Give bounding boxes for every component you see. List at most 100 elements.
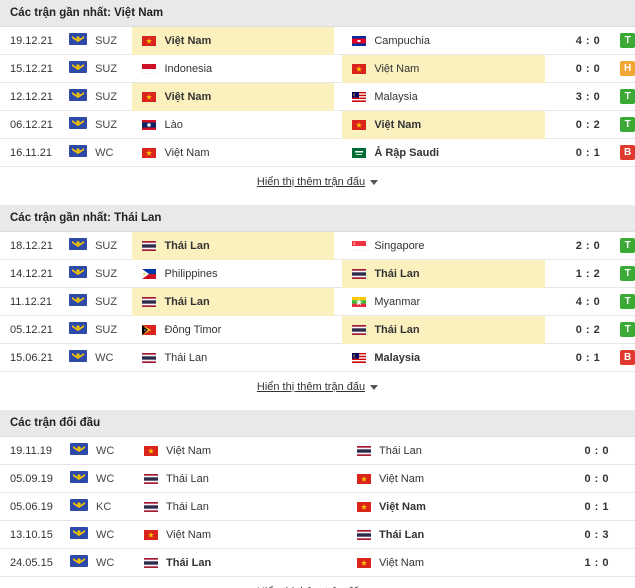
vietnam-flag-icon [352, 63, 374, 74]
thailand-flag-icon [142, 352, 164, 363]
vietnam-flag-icon [142, 35, 164, 46]
section-header: Các trận gần nhất: Thái Lan [0, 205, 635, 232]
home-team-name: Thái Lan [166, 472, 209, 485]
show-more-label[interactable]: Hiển thị thêm trận đấu [257, 176, 365, 188]
home-team[interactable]: Indonesia [132, 55, 334, 83]
league-code: KC [96, 500, 112, 513]
home-team[interactable]: Đông Timor [132, 316, 334, 344]
match-row[interactable]: 15.12.21 SUZ Indonesia Việt Nam 0 : 0 H [0, 54, 635, 83]
league-code: SUZ [95, 118, 118, 131]
match-date: 12.12.21 [10, 90, 53, 103]
away-team-name: Campuchia [374, 34, 430, 47]
home-team[interactable]: Việt Nam [134, 521, 339, 549]
match-row[interactable]: 24.05.15 WC Thái Lan Việt Nam 1 : 0 [0, 549, 635, 577]
thailand-flag-icon [144, 501, 166, 512]
match-row[interactable]: 19.11.19 WC Việt Nam Thái Lan 0 : 0 [0, 437, 635, 465]
match-date: 14.12.21 [10, 267, 53, 280]
away-team[interactable]: Malaysia [342, 344, 545, 372]
home-team[interactable]: Thái Lan [132, 231, 335, 260]
home-team[interactable]: Philippines [132, 260, 334, 288]
home-team[interactable]: Thái Lan [132, 344, 334, 372]
show-more-link[interactable]: Hiển thị thêm trận đấu [0, 167, 635, 197]
away-team-name: Thái Lan [374, 267, 420, 280]
home-team-name: Việt Nam [166, 444, 212, 457]
match-date: 16.11.21 [10, 146, 53, 159]
away-team[interactable]: Ả Rập Saudi [342, 139, 545, 167]
away-team[interactable]: Malaysia [342, 83, 545, 111]
match-row[interactable]: 05.12.21 SUZ Đông Timor Thái Lan 0 : 2 T [0, 315, 635, 344]
away-team[interactable]: Việt Nam [347, 493, 553, 521]
league-logo-icon [67, 294, 95, 309]
league-logo-icon [68, 527, 96, 542]
match-score: 0 : 0 [575, 62, 601, 75]
league-code: WC [96, 556, 115, 569]
match-date: 05.06.19 [10, 500, 53, 513]
result-badge: T [620, 33, 635, 48]
home-team[interactable]: Việt Nam [132, 82, 335, 111]
home-team[interactable]: Thái Lan [134, 493, 339, 521]
match-row[interactable]: 11.12.21 SUZ Thái Lan Myanmar 4 : 0 T [0, 287, 635, 316]
away-team-name: Việt Nam [379, 500, 426, 513]
away-team[interactable]: Việt Nam [347, 465, 553, 493]
laos-flag-icon [142, 119, 164, 130]
away-team[interactable]: Việt Nam [342, 54, 546, 83]
home-team[interactable]: Lào [132, 111, 334, 139]
league-logo-icon [68, 555, 96, 570]
home-team[interactable]: Thái Lan [134, 549, 339, 577]
match-row[interactable]: 06.12.21 SUZ Lào Việt Nam 0 : 2 T [0, 110, 635, 139]
match-row[interactable]: 16.11.21 WC Việt Nam Ả Rập Saudi 0 : 1 B [0, 139, 635, 167]
match-row[interactable]: 05.09.19 WC Thái Lan Việt Nam 0 : 0 [0, 465, 635, 493]
vietnam-flag-icon [142, 91, 164, 102]
match-row[interactable]: 14.12.21 SUZ Philippines Thái Lan 1 : 2 … [0, 259, 635, 288]
match-date: 05.12.21 [10, 323, 53, 336]
home-team[interactable]: Thái Lan [132, 287, 335, 316]
thailand-flag-icon [357, 529, 379, 540]
away-team[interactable]: Myanmar [342, 288, 545, 316]
away-team[interactable]: Việt Nam [342, 110, 546, 139]
show-more-link[interactable]: Hiển thị thêm trận đấu [0, 372, 635, 402]
show-more-label[interactable]: Hiển thị thêm trận đấu [257, 381, 365, 393]
away-team[interactable]: Thái Lan [347, 521, 553, 549]
result-badge: T [620, 322, 635, 337]
result-badge: B [620, 145, 635, 160]
thailand-flag-icon [144, 473, 166, 484]
away-team[interactable]: Singapore [342, 232, 545, 260]
home-team[interactable]: Thái Lan [134, 465, 339, 493]
match-score: 4 : 0 [575, 295, 601, 308]
match-row[interactable]: 05.06.19 KC Thái Lan Việt Nam 0 : 1 [0, 493, 635, 521]
match-row[interactable]: 12.12.21 SUZ Việt Nam Malaysia 3 : 0 T [0, 82, 635, 111]
away-team[interactable]: Việt Nam [347, 549, 553, 577]
match-row[interactable]: 18.12.21 SUZ Thái Lan Singapore 2 : 0 T [0, 231, 635, 260]
vietnam-flag-icon [142, 147, 164, 158]
match-date: 05.09.19 [10, 472, 53, 485]
match-score: 0 : 2 [575, 118, 601, 131]
vietnam-flag-icon [352, 119, 374, 130]
league-code: SUZ [95, 34, 118, 47]
home-team[interactable]: Việt Nam [132, 139, 334, 167]
result-badge: T [620, 89, 635, 104]
away-team[interactable]: Campuchia [342, 27, 545, 55]
away-team[interactable]: Thái Lan [342, 315, 546, 344]
match-row[interactable]: 19.12.21 SUZ Việt Nam Campuchia 4 : 0 T [0, 26, 635, 55]
away-team-name: Malaysia [374, 90, 418, 103]
result-badge: H [620, 61, 635, 76]
away-team-name: Việt Nam [374, 62, 420, 75]
home-team-name: Việt Nam [164, 90, 212, 103]
away-team[interactable]: Thái Lan [347, 437, 553, 465]
match-row[interactable]: 13.10.15 WC Việt Nam Thái Lan 0 : 3 [0, 521, 635, 549]
home-team[interactable]: Việt Nam [134, 437, 339, 465]
home-team-name: Thái Lan [166, 500, 209, 513]
match-date: 19.12.21 [10, 34, 53, 47]
league-logo-icon [67, 266, 95, 281]
home-team-name: Thái Lan [164, 295, 210, 308]
away-team[interactable]: Thái Lan [342, 259, 546, 288]
malaysia-flag-icon [352, 91, 374, 102]
league-logo-icon [68, 471, 96, 486]
thailand-flag-icon [352, 268, 374, 279]
home-team[interactable]: Việt Nam [132, 26, 335, 55]
show-more-link[interactable]: Hiển thị thêm trận đấu [0, 577, 635, 588]
home-team-name: Indonesia [164, 62, 213, 75]
thailand-flag-icon [144, 557, 166, 568]
home-team-name: Việt Nam [164, 34, 212, 47]
match-row[interactable]: 15.06.21 WC Thái Lan Malaysia 0 : 1 B [0, 344, 635, 372]
